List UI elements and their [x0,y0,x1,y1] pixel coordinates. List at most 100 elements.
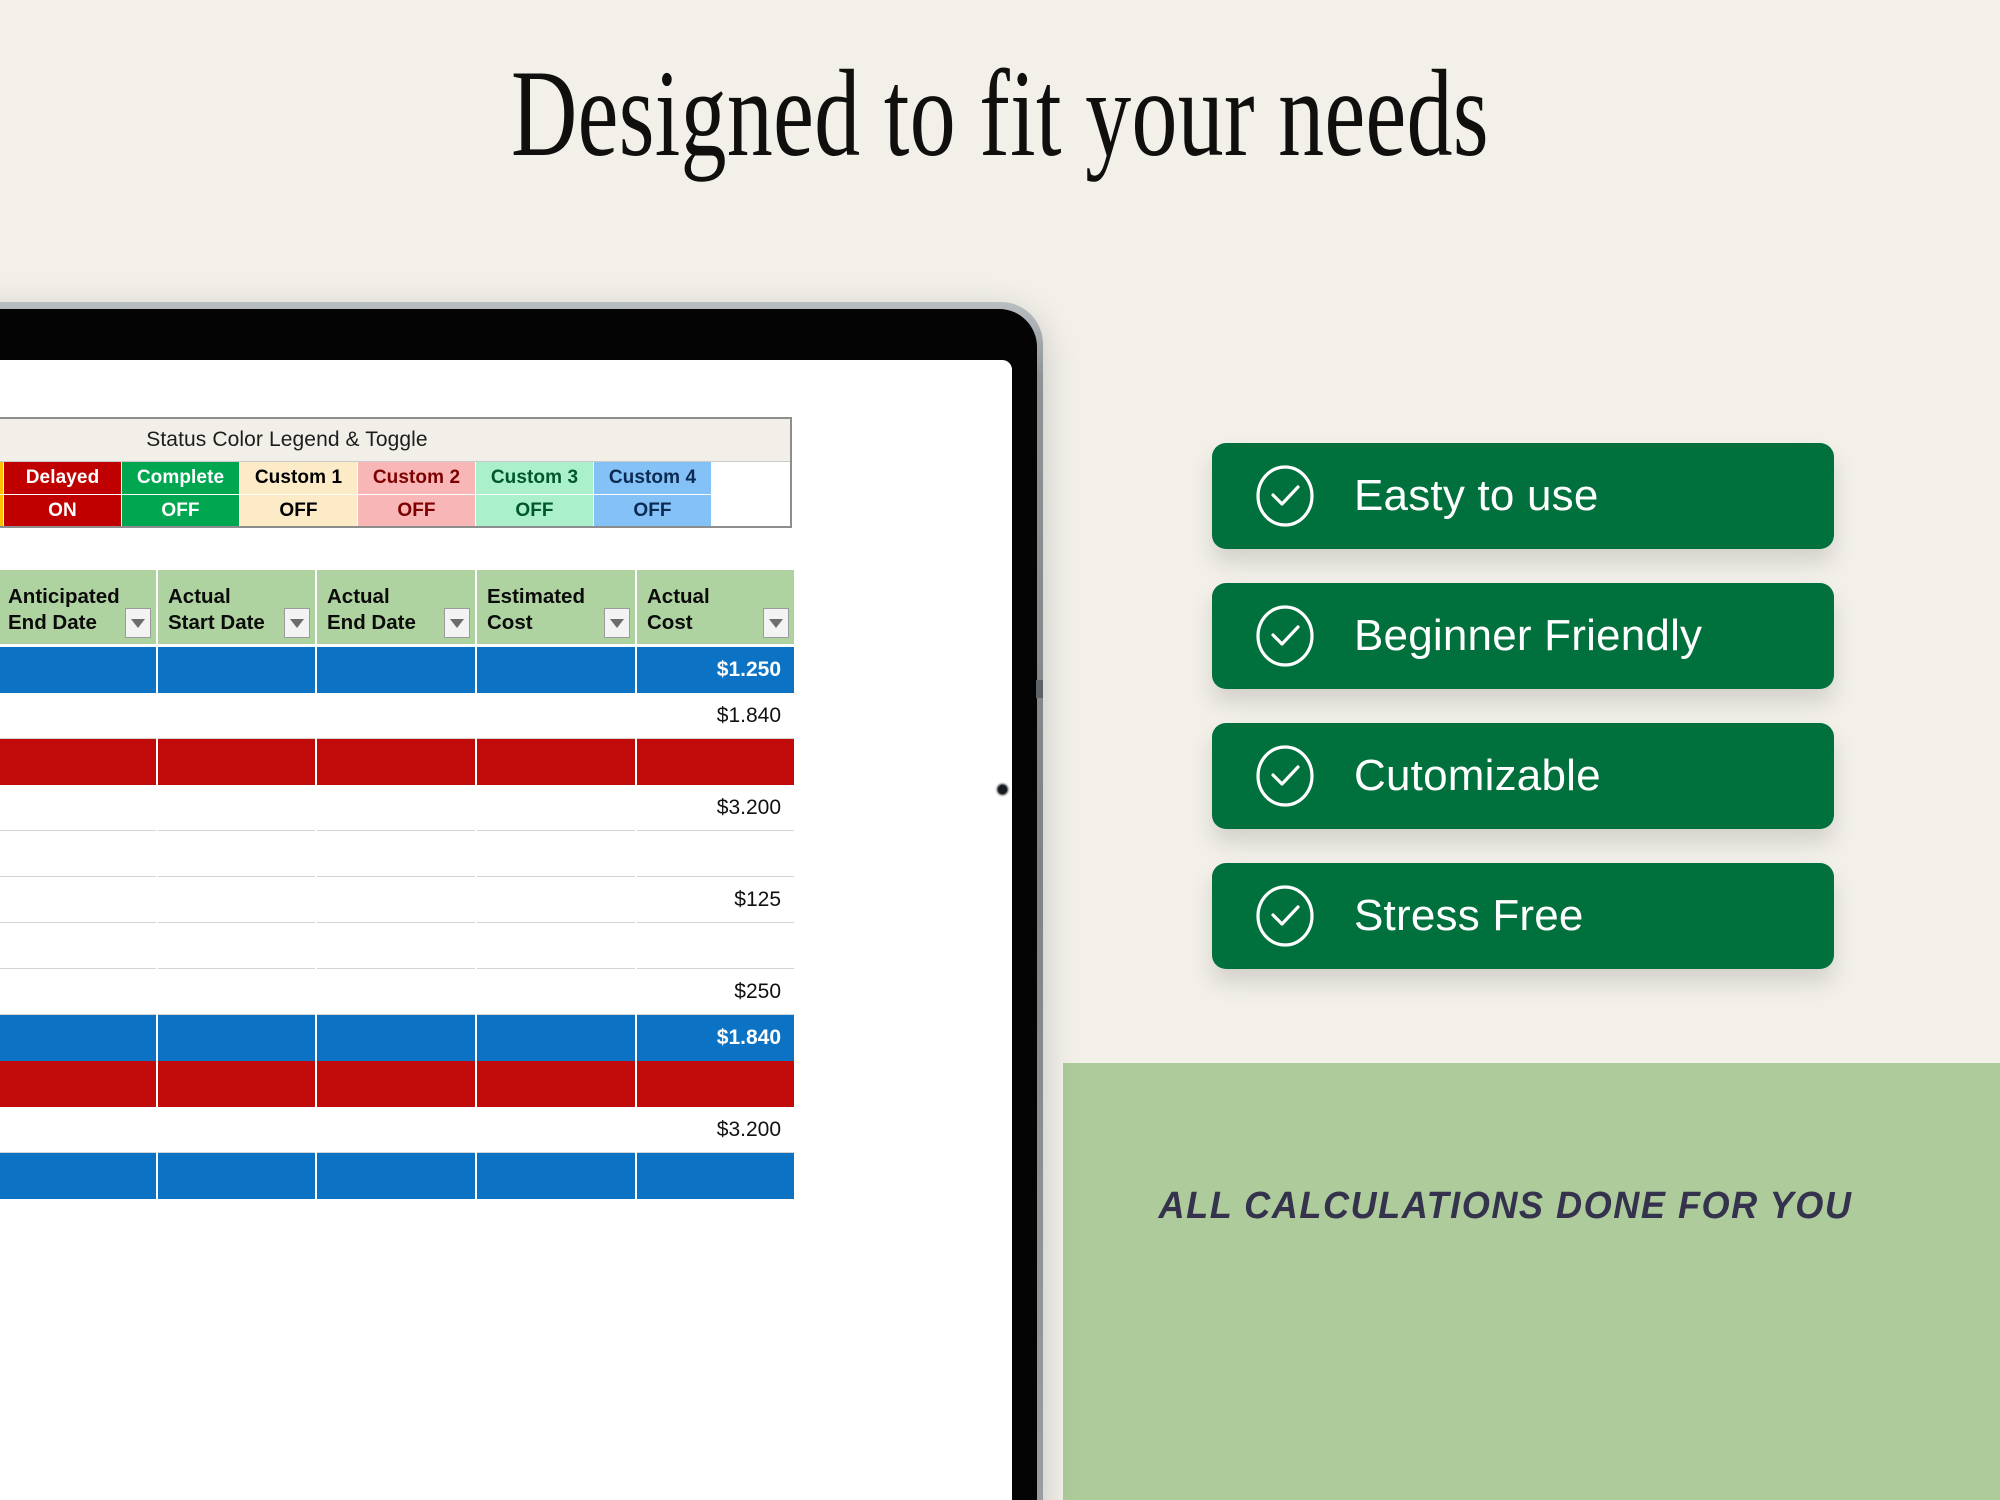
legend-status-name: Delayed [4,462,122,494]
tablet-device-mockup: Status Color Legend & Toggle ressDelayed… [0,302,1043,1500]
table-cell[interactable] [317,647,475,693]
table-row[interactable]: $125 [0,877,794,923]
table-cell[interactable] [317,1107,475,1153]
legend-title: Status Color Legend & Toggle [0,419,790,462]
table-cell[interactable] [0,1061,156,1107]
table-cell[interactable] [477,831,635,877]
table-row[interactable]: $250 [0,969,794,1015]
table-cell[interactable] [158,831,315,877]
column-filter-icon[interactable] [444,608,470,638]
table-cell[interactable] [637,923,794,969]
table-cell[interactable] [317,739,475,785]
table-cell[interactable] [477,1061,635,1107]
table-cell[interactable] [477,739,635,785]
table-cell[interactable] [637,1061,794,1107]
table-cell[interactable] [0,877,156,923]
feature-card[interactable]: Cutomizable [1212,723,1834,829]
column-filter-icon[interactable] [604,608,630,638]
table-cell[interactable] [477,1107,635,1153]
table-cell[interactable]: $1.250 [637,647,794,693]
table-cell[interactable] [158,785,315,831]
table-cell[interactable] [158,693,315,739]
table-row[interactable]: $3.200 [0,785,794,831]
table-cell[interactable] [477,1015,635,1061]
table-cell[interactable] [317,923,475,969]
table-row[interactable]: $1.250 [0,647,794,693]
table-cell[interactable]: $1.840 [637,693,794,739]
column-header-label: Estimated [487,585,585,608]
table-cell[interactable] [0,785,156,831]
table-cell[interactable] [637,739,794,785]
table-column-header: Estimated Cost [477,570,635,644]
table-cell[interactable] [158,969,315,1015]
table-cell[interactable] [158,1153,315,1199]
table-column-headers: d toAnticipatedStart DateAnticipatedEnd … [0,570,794,644]
table-cell[interactable] [317,1153,475,1199]
table-row[interactable] [0,1153,794,1199]
table-cell[interactable] [158,877,315,923]
table-column-header: Anticipated End Date [0,570,156,644]
table-cell[interactable] [158,1061,315,1107]
table-cell[interactable] [637,1153,794,1199]
table-cell[interactable] [0,831,156,877]
table-cell[interactable] [158,1015,315,1061]
table-body: $1.250 $1.840 $3.200 $125 $250 $1.840 $3.200 [0,647,794,1199]
table-cell[interactable] [637,831,794,877]
table-cell[interactable] [477,647,635,693]
legend-status-toggle[interactable]: OFF [594,494,712,526]
green-accent-band [1063,1063,2000,1500]
table-cell[interactable] [317,877,475,923]
feature-card-label: Cutomizable [1354,751,1601,800]
table-row[interactable]: $3.200 [0,1107,794,1153]
table-cell[interactable] [0,647,156,693]
table-cell[interactable] [158,923,315,969]
table-row[interactable] [0,739,794,785]
table-cell[interactable] [317,1061,475,1107]
legend-status-toggle[interactable]: OFF [122,494,240,526]
table-cell[interactable]: $125 [637,877,794,923]
table-cell[interactable] [477,969,635,1015]
status-color-legend: Status Color Legend & Toggle ressDelayed… [0,417,792,528]
table-cell[interactable] [317,969,475,1015]
table-cell[interactable] [477,693,635,739]
table-cell[interactable] [0,1015,156,1061]
table-cell[interactable]: $3.200 [637,1107,794,1153]
column-filter-icon[interactable] [763,608,789,638]
table-cell[interactable] [477,877,635,923]
table-cell[interactable] [158,647,315,693]
table-column-header: Actual End Date [317,570,475,644]
table-cell[interactable]: $1.840 [637,1015,794,1061]
table-cell[interactable]: $250 [637,969,794,1015]
table-cell[interactable] [317,693,475,739]
table-cell[interactable] [317,831,475,877]
table-cell[interactable] [0,693,156,739]
table-row[interactable] [0,1061,794,1107]
table-cell[interactable] [0,1107,156,1153]
legend-status-toggle[interactable]: ON [4,494,122,526]
check-circle-icon [1256,745,1314,807]
legend-status-toggle[interactable]: OFF [240,494,358,526]
feature-card[interactable]: Stress Free [1212,863,1834,969]
feature-card[interactable]: Easty to use [1212,443,1834,549]
table-cell[interactable] [158,739,315,785]
legend-status-toggle[interactable]: OFF [476,494,594,526]
table-row[interactable]: $1.840 [0,1015,794,1061]
table-cell[interactable] [477,1153,635,1199]
legend-status-toggle[interactable]: OFF [358,494,476,526]
column-filter-icon[interactable] [125,608,151,638]
table-row[interactable]: $1.840 [0,693,794,739]
column-filter-icon[interactable] [284,608,310,638]
table-cell[interactable] [317,1015,475,1061]
table-cell[interactable] [477,785,635,831]
table-cell[interactable] [477,923,635,969]
table-row[interactable] [0,831,794,877]
table-cell[interactable] [0,923,156,969]
table-cell[interactable] [317,785,475,831]
table-cell[interactable] [0,739,156,785]
table-cell[interactable]: $3.200 [637,785,794,831]
table-cell[interactable] [158,1107,315,1153]
table-row[interactable] [0,923,794,969]
feature-card[interactable]: Beginner Friendly [1212,583,1834,689]
table-cell[interactable] [0,969,156,1015]
table-cell[interactable] [0,1153,156,1199]
